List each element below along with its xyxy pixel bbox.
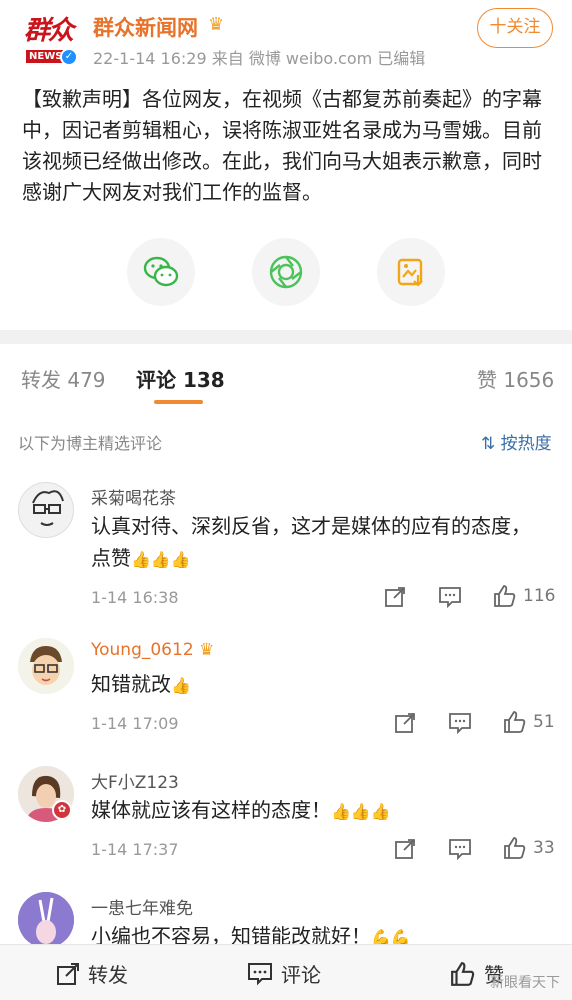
watermark-text: 新眼看天下	[490, 975, 560, 991]
comment-username[interactable]: 大F小Z123	[91, 768, 179, 793]
cartoon-boy-avatar-icon	[18, 638, 74, 694]
tab-likes[interactable]: 赞 1656	[477, 364, 554, 393]
comment-item: 采菊喝花茶 认真对待、深刻反省，这才是媒体的应有的态度，点赞👍👍👍 1-14 1…	[0, 480, 572, 620]
anime-avatar-icon	[18, 892, 74, 944]
account-avatar[interactable]: 群众 NEWS ✓	[22, 10, 82, 68]
follow-button[interactable]: 十关注	[477, 8, 553, 48]
crown-badge-icon: ♛	[199, 640, 215, 660]
comment-button[interactable]: 评论	[247, 959, 321, 988]
like-count: 33	[533, 838, 555, 858]
share-comment-button[interactable]	[394, 712, 416, 734]
featured-comments-label: 以下为博主精选评论	[18, 434, 163, 453]
avatar[interactable]	[18, 892, 74, 944]
avatar[interactable]	[18, 638, 74, 694]
member-badge-icon: ✿	[52, 800, 72, 820]
thumbs-up-icon	[494, 585, 516, 607]
comment-text: 知错就改👍	[91, 668, 541, 702]
logo-script: 群众	[24, 16, 74, 46]
sort-button[interactable]: ⇅ 按热度	[481, 429, 552, 454]
like-comment-button[interactable]: 33	[503, 836, 555, 860]
moments-icon	[269, 255, 303, 289]
comment-item: Young_0612 ♛ 知错就改👍 1-14 17:09 51	[0, 636, 572, 740]
comment-item: 一患七年难免 小编也不容易，知错能改就好！💪💪	[0, 890, 572, 944]
thumbs-up-icon	[504, 837, 526, 859]
crown-badge-icon: ♛	[208, 14, 225, 35]
thumbs-up-emoji: 👍👍👍	[131, 550, 191, 569]
reply-comment-button[interactable]	[438, 586, 462, 608]
comment-text: 媒体就应该有这样的态度！👍👍👍	[91, 794, 541, 828]
post-text: 【致歉声明】各位网友，在视频《古都复苏前奏起》的字幕中，因记者剪辑粗心，误将陈淑…	[22, 87, 542, 204]
account-name[interactable]: 群众新闻网	[93, 12, 198, 42]
verified-icon: ✓	[60, 48, 78, 66]
tab-comments[interactable]: 评论 138	[136, 364, 225, 393]
comment-username[interactable]: 一患七年难免	[91, 894, 193, 919]
comment-text-body: 媒体就应该有这样的态度！	[91, 798, 331, 822]
share-icon	[385, 587, 405, 607]
wechat-icon	[143, 256, 179, 287]
comment-icon	[449, 713, 471, 734]
comment-text: 认真对待、深刻反省，这才是媒体的应有的态度，点赞👍👍👍	[91, 510, 541, 576]
share-comment-button[interactable]	[394, 838, 416, 860]
avatar[interactable]	[18, 482, 74, 538]
filter-row: 以下为博主精选评论 ⇅ 按热度	[0, 420, 572, 460]
comment-username[interactable]: 采菊喝花茶	[91, 484, 176, 509]
like-comment-button[interactable]: 116	[493, 584, 555, 608]
like-comment-button[interactable]: 51	[503, 710, 555, 734]
repost-icon	[57, 962, 79, 985]
repost-button[interactable]: 转发	[56, 959, 128, 988]
bottom-action-bar: 转发 评论 赞	[0, 944, 572, 1000]
reply-comment-button[interactable]	[448, 838, 472, 860]
tab-bar: 转发 479 评论 138 赞 1656	[0, 344, 572, 406]
section-divider	[0, 330, 572, 344]
active-tab-indicator	[154, 400, 203, 404]
cartoon-face-avatar-icon	[32, 490, 64, 526]
share-comment-button[interactable]	[384, 586, 406, 608]
share-icon	[395, 839, 415, 859]
comment-username[interactable]: Young_0612 ♛	[91, 640, 214, 660]
comment-username-text: Young_0612	[91, 640, 194, 660]
save-image-icon	[397, 258, 423, 287]
repost-label: 转发	[88, 963, 128, 987]
comment-text-body: 知错就改	[91, 672, 171, 696]
wechat-share-button[interactable]	[127, 238, 195, 306]
comment-icon	[439, 587, 461, 608]
post-meta: 22-1-14 16:29 来自 微博 weibo.com 已编辑	[93, 49, 426, 68]
share-icon	[395, 713, 415, 733]
reply-comment-button[interactable]	[448, 712, 472, 734]
comment-time: 1-14 16:38	[91, 588, 179, 607]
comment-label: 评论	[281, 963, 321, 987]
comment-icon	[449, 839, 471, 860]
tab-repost[interactable]: 转发 479	[21, 364, 106, 393]
sort-icon: ⇅	[481, 434, 496, 454]
post-header: 群众 NEWS ✓ 群众新闻网 ♛ 22-1-14 16:29 来自 微博 we…	[0, 0, 572, 80]
muscle-emoji: 💪💪	[371, 928, 411, 944]
comment-time: 1-14 17:09	[91, 714, 179, 733]
share-row	[0, 238, 572, 310]
thumbs-up-icon	[504, 711, 526, 733]
comment-text: 小编也不容易，知错能改就好！💪💪	[91, 920, 541, 944]
comment-item: ✿ 大F小Z123 媒体就应该有这样的态度！👍👍👍 1-14 17:37 33	[0, 764, 572, 868]
save-image-button[interactable]	[377, 238, 445, 306]
thumbs-up-icon	[451, 961, 475, 986]
comment-time: 1-14 17:37	[91, 840, 179, 859]
moments-share-button[interactable]	[252, 238, 320, 306]
thumbs-up-emoji: 👍	[171, 676, 191, 695]
comment-icon	[248, 962, 272, 985]
comment-text-body: 小编也不容易，知错能改就好！	[91, 924, 371, 944]
like-count: 51	[533, 712, 555, 732]
sort-label: 按热度	[500, 434, 552, 454]
thumbs-up-emoji: 👍👍👍	[331, 802, 391, 821]
like-count: 116	[523, 586, 556, 606]
